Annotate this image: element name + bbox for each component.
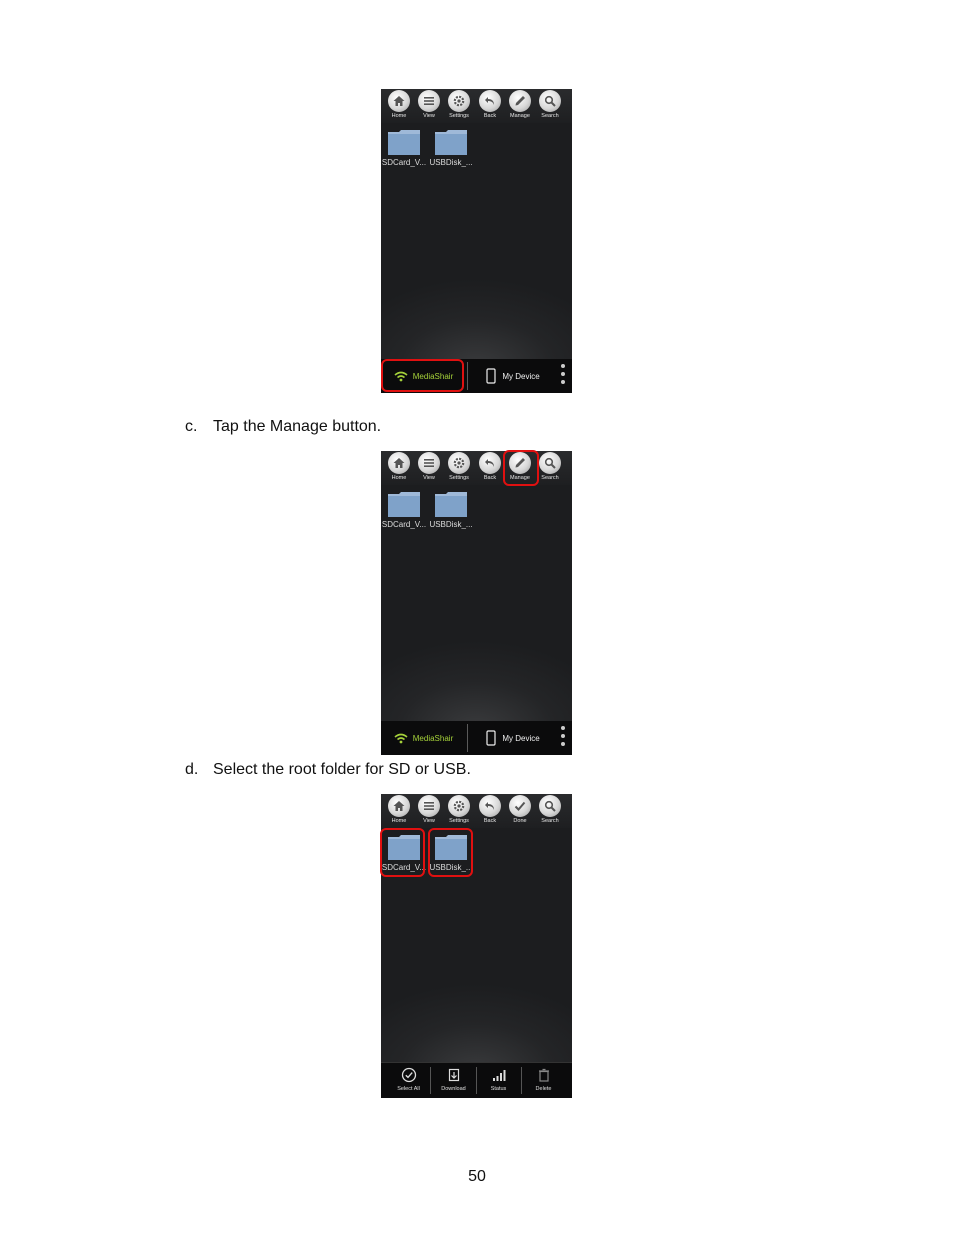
home-button[interactable]: Home — [384, 452, 414, 485]
highlight-usbdisk-folder — [428, 828, 473, 877]
search-button[interactable]: Search — [535, 90, 565, 123]
check-circle-icon — [401, 1067, 416, 1083]
toolbar: Home View Settings Back Manage Search — [381, 89, 572, 123]
search-button[interactable]: Search — [535, 795, 565, 828]
search-icon — [544, 95, 556, 107]
phone-icon — [486, 368, 496, 384]
folder-usbdisk[interactable]: USBDisk_... — [428, 489, 474, 529]
home-icon — [393, 458, 405, 468]
search-icon — [544, 457, 556, 469]
back-button[interactable]: Back — [475, 795, 505, 828]
back-arrow-icon — [485, 802, 494, 810]
overflow-menu-icon[interactable] — [561, 726, 566, 750]
bottom-tab-bar: MediaShair My Device — [381, 721, 572, 755]
manage-action-bar: Select All Download Status Delete — [381, 1062, 572, 1098]
list-icon — [424, 97, 434, 105]
settings-button[interactable]: Settings — [444, 795, 474, 828]
gear-icon — [453, 457, 465, 469]
home-icon — [393, 96, 405, 106]
home-icon — [393, 801, 405, 811]
view-button[interactable]: View — [414, 452, 444, 485]
folder-icon — [388, 130, 420, 155]
folder-icon — [435, 130, 467, 155]
folder-icon — [388, 492, 420, 517]
highlight-manage-button — [503, 450, 539, 486]
view-button[interactable]: View — [414, 90, 444, 123]
select-all-button[interactable]: Select All — [386, 1067, 431, 1092]
search-button[interactable]: Search — [535, 452, 565, 485]
trash-icon — [538, 1068, 549, 1082]
back-arrow-icon — [485, 97, 494, 105]
folder-icon — [435, 492, 467, 517]
list-icon — [424, 802, 434, 810]
settings-button[interactable]: Settings — [444, 452, 474, 485]
gear-icon — [453, 95, 465, 107]
step-c: c. Tap the Manage button. — [185, 418, 382, 435]
gear-icon — [453, 800, 465, 812]
download-icon — [448, 1068, 459, 1082]
view-button[interactable]: View — [414, 795, 444, 828]
search-icon — [544, 800, 556, 812]
tab-divider — [467, 362, 468, 390]
folder-usbdisk[interactable]: USBDisk_... — [428, 127, 474, 167]
manage-button[interactable]: Manage — [505, 90, 535, 123]
back-button[interactable]: Back — [475, 452, 505, 485]
folder-sdcard[interactable]: SDCard_V... — [381, 127, 427, 167]
list-icon — [424, 459, 434, 467]
highlight-mediashair — [381, 359, 464, 392]
tab-mediashair[interactable]: MediaShair — [381, 721, 466, 755]
signal-bars-icon — [492, 1070, 505, 1081]
done-button[interactable]: Done — [505, 795, 535, 828]
wifi-icon — [394, 733, 408, 743]
screenshot-1: Home View Settings Back Manage Search SD… — [381, 89, 572, 393]
back-arrow-icon — [485, 459, 494, 467]
toolbar: Home View Settings Back Done Search — [381, 794, 572, 828]
folder-sdcard[interactable]: SDCard_V... — [381, 489, 427, 529]
phone-icon — [486, 730, 496, 746]
download-button[interactable]: Download — [431, 1067, 476, 1092]
highlight-sdcard-folder — [380, 828, 425, 877]
back-button[interactable]: Back — [475, 90, 505, 123]
page-number: 50 — [468, 1168, 486, 1185]
settings-button[interactable]: Settings — [444, 90, 474, 123]
overflow-menu-icon[interactable] — [561, 364, 566, 388]
step-d: d. Select the root folder for SD or USB. — [185, 761, 471, 778]
tab-divider — [467, 724, 468, 752]
checkmark-icon — [514, 801, 526, 811]
tab-my-device[interactable]: My Device — [473, 359, 553, 393]
delete-button[interactable]: Delete — [521, 1067, 566, 1092]
home-button[interactable]: Home — [384, 795, 414, 828]
home-button[interactable]: Home — [384, 90, 414, 123]
pencil-icon — [515, 96, 525, 106]
tab-my-device[interactable]: My Device — [473, 721, 553, 755]
status-button[interactable]: Status — [476, 1067, 521, 1092]
toolbar: Home View Settings Back Manage Search — [381, 451, 572, 485]
screenshot-2: Home View Settings Back Manage Search SD… — [381, 451, 572, 755]
